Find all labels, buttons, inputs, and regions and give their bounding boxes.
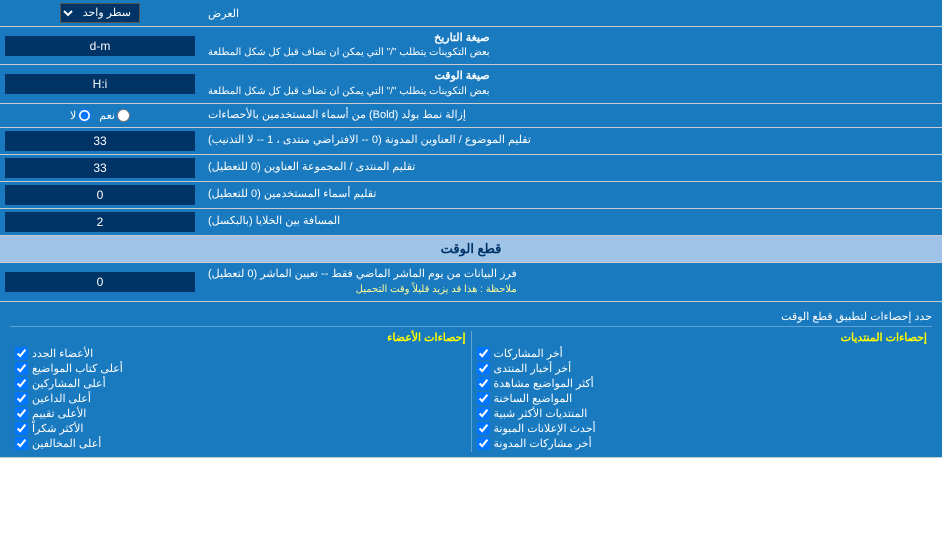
date-format-row: صيغة التاريخ بعض التكوينات يتطلب "/" الت… [0,27,942,65]
checkbox-area-header: حدد إحصاءات لتطبيق قطع الوقت [10,307,932,327]
list-item: أكثر المواضيع مشاهدة [477,377,928,390]
checkbox-col2-3[interactable] [15,392,28,405]
checkbox-area: حدد إحصاءات لتطبيق قطع الوقت إحصاءات الم… [0,302,942,458]
cutoff-section-header: قطع الوقت [0,236,942,263]
list-item: أعلى المشاركين [15,377,466,390]
checkbox-col2-1[interactable] [15,362,28,375]
bold-setting-label: إزالة نمط بولد (Bold) من أسماء المستخدمي… [200,104,942,127]
bold-setting-row: إزالة نمط بولد (Bold) من أسماء المستخدمي… [0,104,942,128]
time-format-input[interactable] [5,74,195,94]
username-trim-input-cell [0,182,200,208]
list-item: أخر أخبار المنتدى [477,362,928,375]
cell-spacing-input[interactable] [5,212,195,232]
cutoff-label: فرز البيانات من يوم الماشر الماضي فقط --… [200,263,942,300]
list-item: المنتديات الأكثر شبية [477,407,928,420]
checkbox-columns: إحصاءات المنتديات أخر المشاركات أخر أخبا… [10,331,932,452]
col1-header: إحصاءات المنتديات [477,331,928,344]
main-container: العرض سطر واحدسطرينثلاثة أسطر صيغة التار… [0,0,942,458]
cutoff-input-cell [0,263,200,300]
checkbox-col1-2[interactable] [477,377,490,390]
bold-yes-radio[interactable] [117,109,130,122]
date-format-input[interactable] [5,36,195,56]
checkbox-col2-4[interactable] [15,407,28,420]
checkbox-col2-2[interactable] [15,377,28,390]
forum-topics-input[interactable] [5,131,195,151]
list-item: أعلى المخالفين [15,437,466,450]
time-format-label: صيغة الوقت بعض التكوينات يتطلب "/" التي … [200,65,942,102]
forum-group-input-cell [0,155,200,181]
header-label: العرض [200,0,942,26]
forum-topics-input-cell [0,128,200,154]
list-item: أخر المشاركات [477,347,928,360]
list-item: المواضيع الساخنة [477,392,928,405]
username-trim-label: تقليم أسماء المستخدمين (0 للتعطيل) [200,182,942,208]
list-item: الأكثر شكراً [15,422,466,435]
checkbox-col-members: إحصاءات الأعضاء الأعضاء الجدد أعلى كتاب … [10,331,471,452]
time-format-input-cell [0,65,200,102]
cell-spacing-input-cell [0,209,200,235]
checkbox-col1-1[interactable] [477,362,490,375]
cell-spacing-label: المسافة بين الخلايا (بالبكسل) [200,209,942,235]
checkbox-col2-5[interactable] [15,422,28,435]
list-item: أعلى الداعين [15,392,466,405]
list-item: أحدث الإعلانات المبونة [477,422,928,435]
checkbox-col1-5[interactable] [477,422,490,435]
checkbox-col1-4[interactable] [477,407,490,420]
checkbox-col-forum: إحصاءات المنتديات أخر المشاركات أخر أخبا… [472,331,933,452]
cutoff-input[interactable] [5,272,195,292]
forum-topics-label: تقليم الموضوع / العناوين المدونة (0 -- ا… [200,128,942,154]
date-format-label: صيغة التاريخ بعض التكوينات يتطلب "/" الت… [200,27,942,64]
username-trim-row: تقليم أسماء المستخدمين (0 للتعطيل) [0,182,942,209]
header-row: العرض سطر واحدسطرينثلاثة أسطر [0,0,942,27]
forum-group-input[interactable] [5,158,195,178]
bold-setting-radio-cell: نعم لا [0,104,200,127]
header-select-cell: سطر واحدسطرينثلاثة أسطر [0,0,200,26]
display-mode-select[interactable]: سطر واحدسطرينثلاثة أسطر [60,3,140,23]
cutoff-row: فرز البيانات من يوم الماشر الماضي فقط --… [0,263,942,301]
username-trim-input[interactable] [5,185,195,205]
bold-no-radio[interactable] [78,109,91,122]
checkbox-col2-0[interactable] [15,347,28,360]
col-divider [471,331,472,452]
checkbox-col1-3[interactable] [477,392,490,405]
date-format-input-cell [0,27,200,64]
col2-header: إحصاءات الأعضاء [15,331,466,344]
forum-group-label: تقليم المنتدى / المجموعة العناوين (0 للت… [200,155,942,181]
checkbox-col1-0[interactable] [477,347,490,360]
radio-yes-label[interactable]: نعم [99,109,130,122]
radio-no-label[interactable]: لا [70,109,91,122]
list-item: الأعلى تقييم [15,407,466,420]
time-format-row: صيغة الوقت بعض التكوينات يتطلب "/" التي … [0,65,942,103]
cell-spacing-row: المسافة بين الخلايا (بالبكسل) [0,209,942,236]
list-item: أخر مشاركات المدونة [477,437,928,450]
forum-group-row: تقليم المنتدى / المجموعة العناوين (0 للت… [0,155,942,182]
list-item: الأعضاء الجدد [15,347,466,360]
forum-topics-row: تقليم الموضوع / العناوين المدونة (0 -- ا… [0,128,942,155]
checkbox-col2-6[interactable] [15,437,28,450]
checkbox-col1-6[interactable] [477,437,490,450]
list-item: أعلى كتاب المواضيع [15,362,466,375]
